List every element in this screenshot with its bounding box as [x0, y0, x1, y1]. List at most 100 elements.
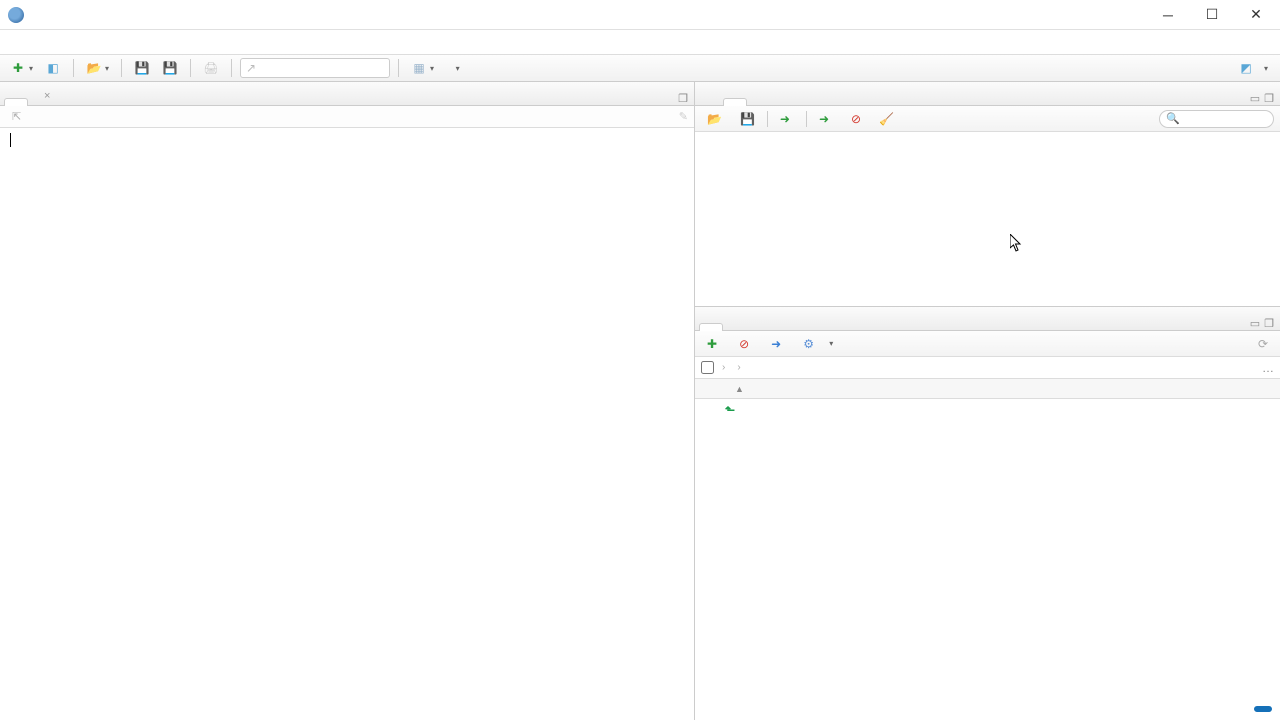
project-icon: ◩: [1238, 60, 1254, 76]
menu-debug[interactable]: [146, 40, 166, 44]
tab-history[interactable]: [723, 98, 747, 106]
chevron-icon: ›: [722, 362, 725, 373]
tab-help[interactable]: [771, 323, 795, 331]
app-logo-icon: [8, 7, 24, 23]
refresh-icon: ⟳: [1258, 337, 1268, 351]
main-toolbar: ✚▾ ◧ 📂▾ 💾 💾 🖨 ↗ ▦▾ ▾ ◩ ▾: [0, 54, 1280, 82]
window-controls: ─ ☐ ✕: [1146, 0, 1278, 30]
rename-button[interactable]: ➜: [765, 335, 791, 353]
col-name[interactable]: ▲: [695, 383, 1025, 395]
close-icon[interactable]: ×: [44, 90, 50, 102]
pane-maximize-icon[interactable]: ❐: [1264, 317, 1274, 330]
grid-button[interactable]: ▦▾: [407, 58, 438, 78]
left-pane: × ❐ ⇱ ✎: [0, 82, 695, 720]
pane-maximize-icon[interactable]: ❐: [678, 92, 688, 105]
rename-icon: ➜: [771, 337, 781, 351]
right-bottom-pane: ▭ ❐ ✚ ⊘ ➜ ⚙ ▾ ⟳ › › … ▲: [695, 307, 1280, 720]
history-search-input[interactable]: 🔍: [1159, 110, 1274, 128]
tab-packages[interactable]: [747, 323, 771, 331]
open-file-button[interactable]: 📂▾: [82, 58, 113, 78]
menu-build[interactable]: [126, 40, 146, 44]
gear-icon: ⚙: [803, 337, 814, 351]
save-icon: 💾: [134, 60, 150, 76]
broom-icon: 🧹: [879, 112, 894, 126]
more-button[interactable]: ⚙ ▾: [797, 335, 839, 353]
new-file-icon: ✚: [10, 60, 26, 76]
load-history-button[interactable]: 📂: [701, 110, 728, 128]
pane-maximize-icon[interactable]: ❐: [1264, 92, 1274, 105]
content-area: × ❐ ⇱ ✎ ▭ ❐: [0, 82, 1280, 720]
right-bottom-tabs: ▭ ❐: [695, 307, 1280, 331]
breadcrumb-more[interactable]: …: [1262, 361, 1274, 375]
delete-icon: ⊘: [739, 337, 749, 351]
menu-plots[interactable]: [86, 40, 106, 44]
save-all-button[interactable]: 💾: [158, 58, 182, 78]
menu-session[interactable]: [106, 40, 126, 44]
maximize-button[interactable]: ☐: [1190, 0, 1234, 30]
menubar: [0, 30, 1280, 54]
pane-minimize-icon[interactable]: ▭: [1250, 317, 1260, 330]
wd-popout-icon[interactable]: ⇱: [12, 110, 21, 123]
new-file-button[interactable]: ✚▾: [6, 58, 37, 78]
grid-icon: ▦: [411, 60, 427, 76]
history-body[interactable]: [695, 132, 1280, 306]
new-project-icon: ◧: [45, 60, 61, 76]
minimize-button[interactable]: ─: [1146, 0, 1190, 30]
files-breadcrumb: › › …: [695, 357, 1280, 379]
file-row-up[interactable]: ⬑: [695, 399, 1280, 421]
right-top-pane: ▭ ❐ 📂 💾 ➜ ➜ ⊘ 🧹 🔍: [695, 82, 1280, 307]
right-top-tabs: ▭ ❐: [695, 82, 1280, 106]
tab-environment[interactable]: [699, 98, 723, 106]
menu-profile[interactable]: [166, 40, 186, 44]
menu-file[interactable]: [6, 40, 26, 44]
remove-entry-button[interactable]: ⊘: [845, 110, 867, 128]
console-body[interactable]: [0, 128, 694, 720]
print-icon: 🖨: [203, 60, 219, 76]
console-cursor: [10, 133, 11, 147]
menu-help[interactable]: [206, 40, 226, 44]
new-folder-button[interactable]: ✚: [701, 335, 727, 353]
clear-console-icon[interactable]: ✎: [679, 110, 688, 123]
right-pane: ▭ ❐ 📂 💾 ➜ ➜ ⊘ 🧹 🔍: [695, 82, 1280, 720]
tab-terminal[interactable]: ×: [28, 84, 62, 106]
delete-button[interactable]: ⊘: [733, 335, 759, 353]
new-folder-icon: ✚: [707, 337, 717, 351]
menu-code[interactable]: [46, 40, 66, 44]
close-button[interactable]: ✕: [1234, 0, 1278, 30]
tab-plots-bottom[interactable]: [723, 323, 747, 331]
remove-icon: ⊘: [851, 112, 861, 126]
tab-files[interactable]: [699, 323, 723, 331]
chevron-icon: ›: [737, 362, 740, 373]
to-source-button[interactable]: ➜: [813, 110, 839, 128]
refresh-button[interactable]: ⟳: [1252, 335, 1274, 353]
goto-file-input[interactable]: ↗: [240, 58, 390, 78]
goto-arrow-icon: ↗: [246, 61, 256, 75]
project-selector[interactable]: ◩ ▾: [1238, 60, 1274, 76]
titlebar: ─ ☐ ✕: [0, 0, 1280, 30]
files-columns-header: ▲: [695, 379, 1280, 399]
watermark-badge: [1254, 706, 1272, 712]
menu-view[interactable]: [66, 40, 86, 44]
history-toolbar: 📂 💾 ➜ ➜ ⊘ 🧹 🔍: [695, 106, 1280, 132]
search-icon: 🔍: [1166, 112, 1180, 125]
left-tabs: × ❐: [0, 82, 694, 106]
tab-viewer[interactable]: [795, 323, 819, 331]
select-all-checkbox[interactable]: [701, 361, 714, 374]
files-toolbar: ✚ ⊘ ➜ ⚙ ▾ ⟳: [695, 331, 1280, 357]
tab-connections[interactable]: [747, 98, 771, 106]
save-icon: 💾: [740, 112, 755, 126]
to-console-button[interactable]: ➜: [774, 110, 800, 128]
new-project-button[interactable]: ◧: [41, 58, 65, 78]
to-console-icon: ➜: [780, 112, 790, 126]
save-button[interactable]: 💾: [130, 58, 154, 78]
pane-minimize-icon[interactable]: ▭: [1250, 92, 1260, 105]
addins-button[interactable]: ▾: [442, 59, 464, 78]
save-all-icon: 💾: [162, 60, 178, 76]
menu-edit[interactable]: [26, 40, 46, 44]
tab-console[interactable]: [4, 98, 28, 106]
menu-tools[interactable]: [186, 40, 206, 44]
clear-history-button[interactable]: 🧹: [873, 110, 900, 128]
folder-up-icon: ⬑: [725, 403, 735, 417]
print-button[interactable]: 🖨: [199, 58, 223, 78]
save-history-button[interactable]: 💾: [734, 110, 761, 128]
